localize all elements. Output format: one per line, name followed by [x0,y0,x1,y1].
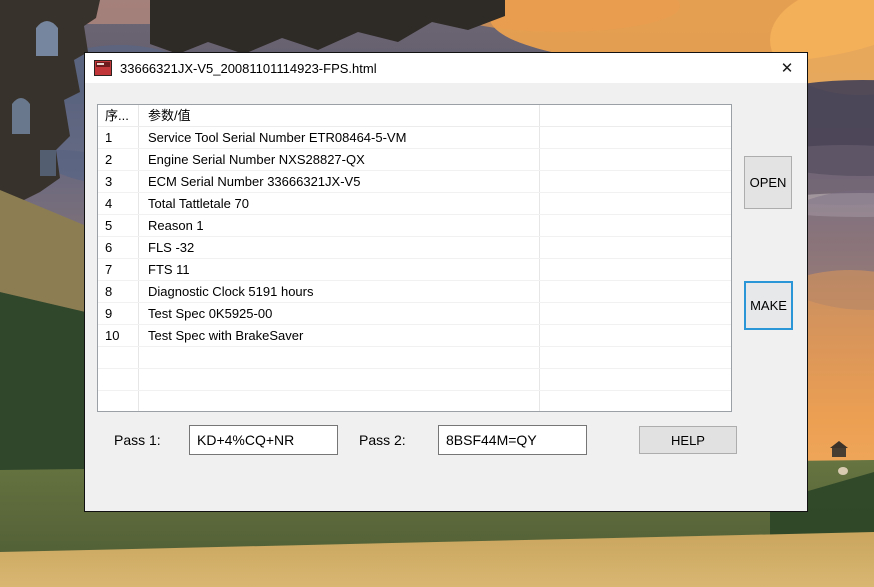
row-index: 8 [98,281,139,302]
row-extra [540,259,731,280]
row-index: 6 [98,237,139,258]
row-extra [540,171,731,192]
row-value: FLS -32 [139,237,540,258]
row-extra [540,215,731,236]
row-index: 9 [98,303,139,324]
row-index: 10 [98,325,139,346]
pass1-input[interactable] [189,425,338,455]
row-extra [540,281,731,302]
row-value: Reason 1 [139,215,540,236]
row-index: 2 [98,149,139,170]
pass2-label: Pass 2: [359,431,406,449]
table-row[interactable]: 1 Service Tool Serial Number ETR08464-5-… [98,127,731,149]
row-extra [540,303,731,324]
row-index: 1 [98,127,139,148]
row-index: 7 [98,259,139,280]
row-extra [540,237,731,258]
pass1-label: Pass 1: [114,431,161,449]
close-button[interactable]: ✕ [767,53,807,83]
row-index: 5 [98,215,139,236]
row-index: 4 [98,193,139,214]
window-title: 33666321JX-V5_20081101114923-FPS.html [120,61,377,76]
column-header-extra[interactable] [540,105,731,126]
table-row[interactable]: 4 Total Tattletale 70 [98,193,731,215]
open-button[interactable]: OPEN [744,156,792,209]
row-value: ECM Serial Number 33666321JX-V5 [139,171,540,192]
row-value: Test Spec 0K5925-00 [139,303,540,324]
row-value: Total Tattletale 70 [139,193,540,214]
row-value: Engine Serial Number NXS28827-QX [139,149,540,170]
row-extra [540,325,731,346]
dialog-window: 33666321JX-V5_20081101114923-FPS.html ✕ … [84,52,808,512]
table-row[interactable]: 5 Reason 1 [98,215,731,237]
app-icon [94,60,112,76]
dialog-body: 序... 参数/值 1 Service Tool Serial Number E… [85,83,807,511]
help-button[interactable]: HELP [639,426,737,454]
row-value: Service Tool Serial Number ETR08464-5-VM [139,127,540,148]
row-extra [540,149,731,170]
table-row[interactable]: 7 FTS 11 [98,259,731,281]
row-index: 3 [98,171,139,192]
make-button[interactable]: MAKE [744,281,793,330]
row-value: Test Spec with BrakeSaver [139,325,540,346]
table-empty-row [98,391,731,412]
column-header-param[interactable]: 参数/值 [139,105,540,126]
table-row[interactable]: 2 Engine Serial Number NXS28827-QX [98,149,731,171]
close-icon: ✕ [781,59,794,77]
row-value: Diagnostic Clock 5191 hours [139,281,540,302]
table-row[interactable]: 8 Diagnostic Clock 5191 hours [98,281,731,303]
row-value: FTS 11 [139,259,540,280]
table-row[interactable]: 10 Test Spec with BrakeSaver [98,325,731,347]
pass2-input[interactable] [438,425,587,455]
table-empty-row [98,369,731,391]
row-extra [540,193,731,214]
titlebar[interactable]: 33666321JX-V5_20081101114923-FPS.html ✕ [85,53,807,83]
row-extra [540,127,731,148]
table-row[interactable]: 6 FLS -32 [98,237,731,259]
parameter-table[interactable]: 序... 参数/值 1 Service Tool Serial Number E… [97,104,732,412]
table-row[interactable]: 9 Test Spec 0K5925-00 [98,303,731,325]
table-header-row: 序... 参数/值 [98,105,731,127]
table-row[interactable]: 3 ECM Serial Number 33666321JX-V5 [98,171,731,193]
column-header-index[interactable]: 序... [98,105,139,126]
table-empty-row [98,347,731,369]
